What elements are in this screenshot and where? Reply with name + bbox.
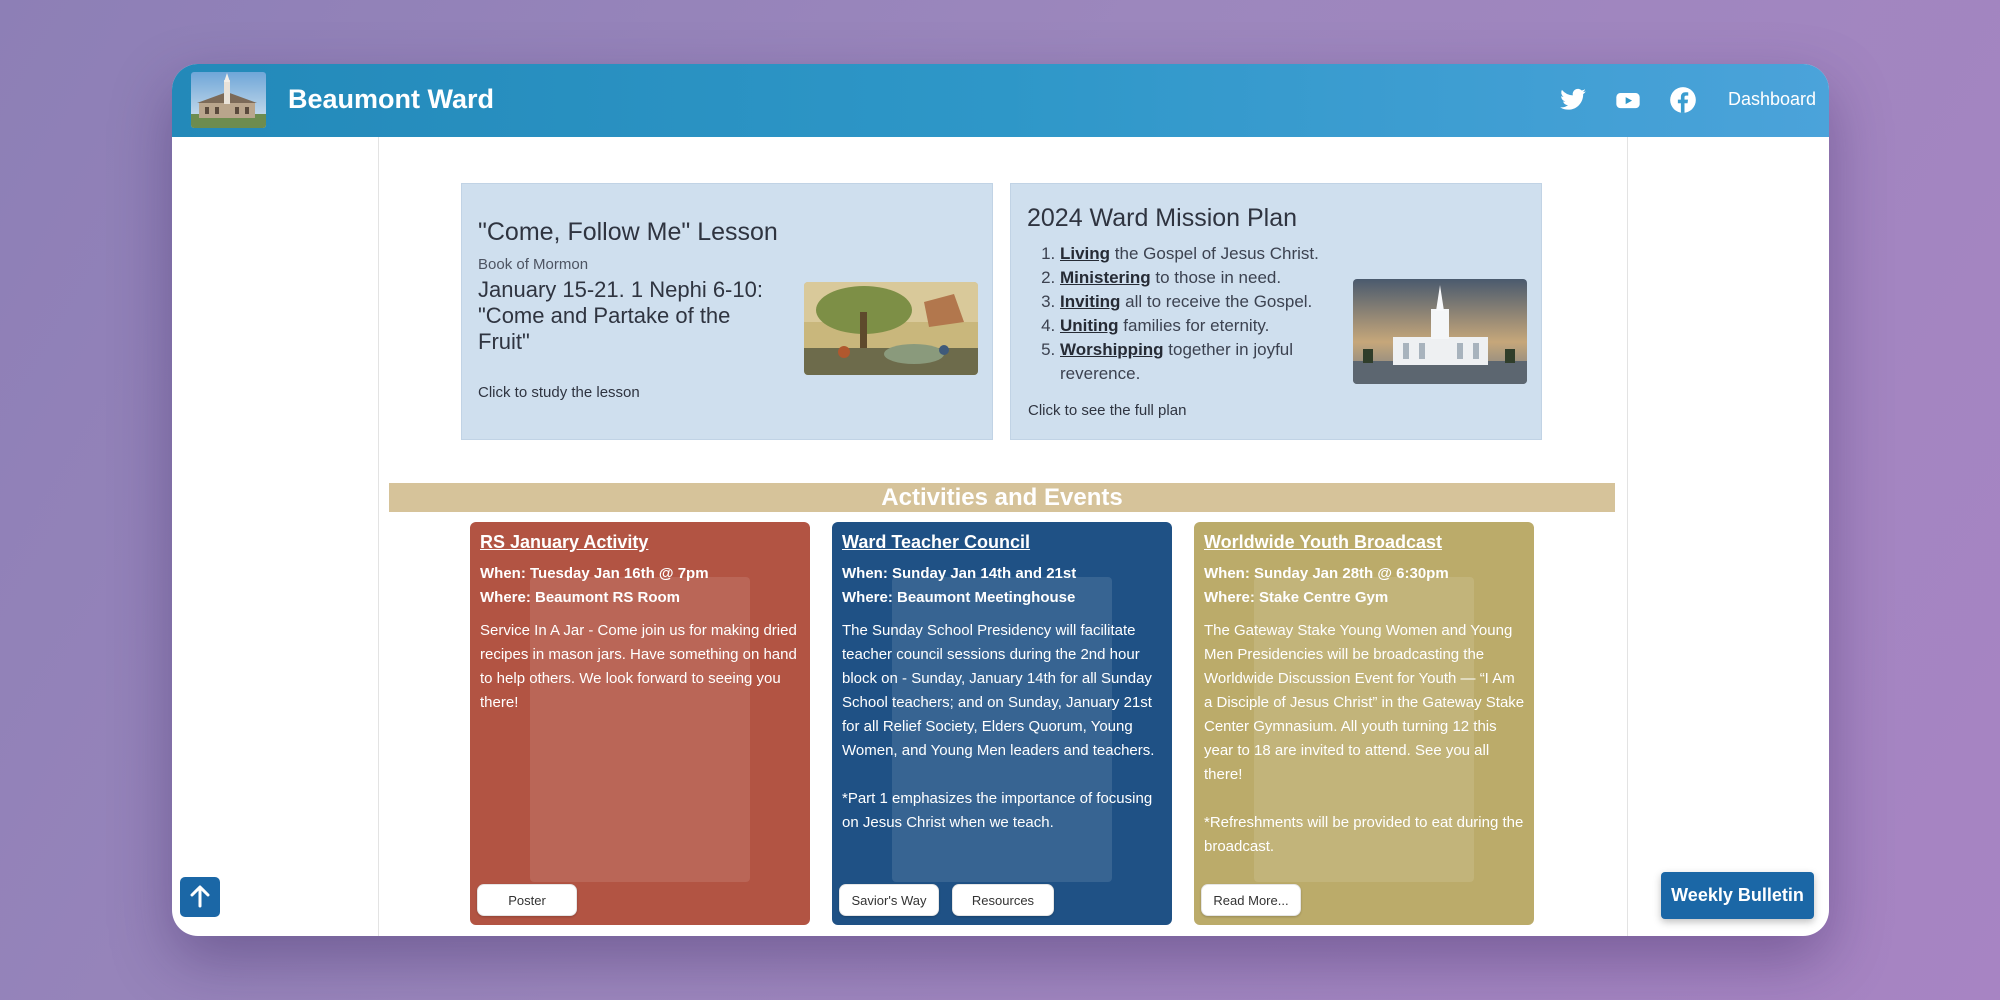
event-where: Where: Beaumont RS Room (480, 589, 681, 606)
facebook-icon[interactable] (1669, 86, 1697, 114)
event-when: When: Sunday Jan 28th @ 6:30pm (1204, 565, 1449, 582)
lesson-card-title: "Come, Follow Me" Lesson (478, 218, 778, 246)
event-description: Service In A Jar - Come join us for maki… (480, 622, 797, 711)
site-logo[interactable] (191, 72, 266, 128)
resources-button[interactable]: Resources (952, 884, 1054, 916)
lesson-painting-image (804, 282, 978, 375)
event-card-teacher-council: Ward Teacher Council When: Sunday Jan 14… (832, 522, 1172, 925)
temple-image (1353, 279, 1527, 384)
mission-card-title: 2024 Ward Mission Plan (1027, 204, 1298, 232)
lesson-reading: January 15-21. 1 Nephi 6-10: "Come and P… (478, 277, 763, 354)
lesson-card-subtitle: Book of Mormon (478, 256, 589, 273)
mission-plan-item: Worshipping together in joyful reverence… (1060, 338, 1370, 386)
come-follow-me-card[interactable]: "Come, Follow Me" Lesson Book of Mormon … (461, 183, 993, 440)
event-where: Where: Beaumont Meetinghouse (842, 589, 1076, 606)
twitter-icon[interactable] (1559, 86, 1587, 114)
scroll-to-top-button[interactable] (180, 877, 220, 917)
weekly-bulletin-button[interactable]: Weekly Bulletin (1661, 872, 1814, 919)
event-card-rs-activity: RS January Activity When: Tuesday Jan 16… (470, 522, 810, 925)
mission-plan-item: Ministering to those in need. (1060, 266, 1370, 290)
event-title[interactable]: RS January Activity (480, 532, 802, 553)
event-where: Where: Stake Centre Gym (1204, 589, 1389, 606)
mission-plan-list: Living the Gospel of Jesus Christ. Minis… (1028, 242, 1370, 386)
browser-window: Beaumont Ward Dashboard "Come, Follow Me… (172, 64, 1829, 936)
event-when: When: Tuesday Jan 16th @ 7pm (480, 565, 709, 582)
lesson-link[interactable]: Click to study the lesson (478, 384, 640, 401)
activities-heading: Activities and Events (389, 483, 1615, 512)
event-title[interactable]: Worldwide Youth Broadcast (1204, 532, 1526, 553)
arrow-up-icon (190, 885, 210, 908)
mission-plan-link[interactable]: Click to see the full plan (1028, 402, 1186, 419)
mission-plan-item: Inviting all to receive the Gospel. (1060, 290, 1370, 314)
event-title[interactable]: Ward Teacher Council (842, 532, 1164, 553)
poster-button[interactable]: Poster (477, 884, 577, 916)
dashboard-link[interactable]: Dashboard (1728, 89, 1816, 110)
site-title[interactable]: Beaumont Ward (288, 84, 494, 115)
mission-plan-item: Uniting families for eternity. (1060, 314, 1370, 338)
read-more-button[interactable]: Read More... (1201, 884, 1301, 916)
event-card-youth-broadcast: Worldwide Youth Broadcast When: Sunday J… (1194, 522, 1534, 925)
mission-plan-card[interactable]: 2024 Ward Mission Plan Living the Gospel… (1010, 183, 1542, 440)
event-when: When: Sunday Jan 14th and 21st (842, 565, 1077, 582)
mission-plan-item: Living the Gospel of Jesus Christ. (1060, 242, 1370, 266)
saviors-way-button[interactable]: Savior's Way (839, 884, 939, 916)
main-content: "Come, Follow Me" Lesson Book of Mormon … (378, 137, 1628, 936)
event-description: The Sunday School Presidency will facili… (842, 622, 1155, 831)
event-description: The Gateway Stake Young Women and Young … (1204, 622, 1525, 855)
site-header: Beaumont Ward Dashboard (172, 64, 1829, 137)
youtube-icon[interactable] (1614, 86, 1642, 114)
